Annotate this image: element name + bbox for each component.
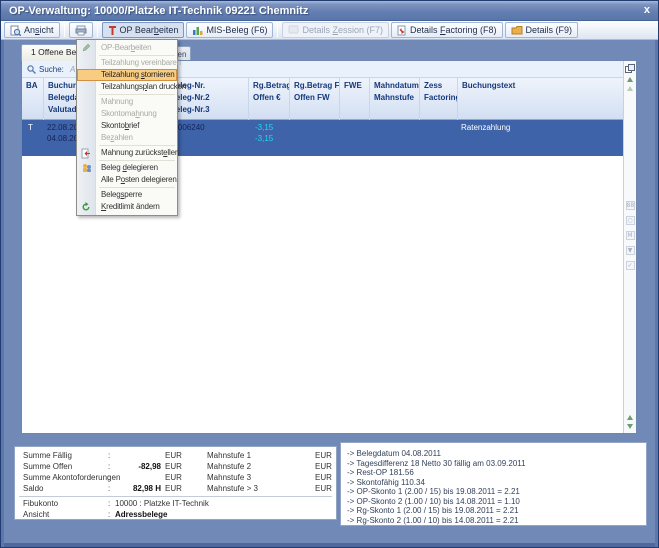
note-line: -> Belegdatum 04.08.2011 — [347, 449, 646, 459]
magnifier-mini-icon[interactable]: ○ — [626, 216, 635, 225]
column-header-rg-betrag-fw[interactable]: Rg.Betrag FWOffen FW — [290, 78, 340, 120]
summary-row: Summe Fällig: EUR Mahnstufe 1EUR — [15, 450, 336, 461]
column-header-ba[interactable]: BA — [22, 78, 44, 120]
memo-icon[interactable]: M — [626, 231, 635, 240]
menu-item-mahnung-zurueckstellen[interactable]: Mahnung zurückstellen — [77, 147, 177, 159]
menu-item-skontomahnung: Skontomahnung — [77, 108, 177, 120]
column-chooser-icon[interactable] — [625, 64, 635, 73]
toolbar-separator — [277, 24, 278, 37]
summary-divider — [19, 496, 332, 497]
summary-row: Saldo: 82,98 HEUR Mahnstufe > 3EUR — [15, 483, 336, 494]
edit-pencil-icon — [81, 43, 91, 53]
op-bearbeiten-context-menu: OP-Bearbeiten Teilzahlung vereinbaren Te… — [76, 39, 178, 216]
column-header-rg-betrag[interactable]: Rg.Betrag €Offen € — [249, 78, 290, 120]
ansicht-button[interactable]: Ansicht — [4, 22, 60, 38]
details-factoring-button-label: Details Factoring (F8) — [410, 25, 497, 35]
print-icon — [75, 25, 87, 36]
menu-separator — [99, 187, 175, 188]
arrow-mini-icon[interactable]: ▼ — [626, 246, 635, 255]
details-icon — [511, 25, 523, 35]
toolbar: Ansicht OP Bearbeiten MIS-Beleg (F6) Det… — [1, 21, 658, 40]
menu-separator — [99, 145, 175, 146]
column-header-fwe[interactable]: FWE — [340, 78, 370, 120]
details-button-label: Details (F9) — [526, 25, 573, 35]
op-bearbeiten-button-label: OP Bearbeiten — [120, 25, 179, 35]
details-button[interactable]: Details (F9) — [505, 22, 579, 38]
credit-refresh-icon — [81, 202, 91, 212]
menu-item-beleg-delegieren[interactable]: Beleg delegieren — [77, 162, 177, 174]
note-line: -> OP-Skonto 1 (2.00 / 15) bis 19.08.201… — [347, 487, 646, 497]
menu-item-bezahlen: Bezahlen — [77, 132, 177, 144]
calculator-icon[interactable]: 88 — [626, 201, 635, 210]
summary-panel: Summe Fällig: EUR Mahnstufe 1EUR Summe O… — [14, 446, 337, 520]
note-line: -> OP-Skonto 2 (1.00 / 10) bis 14.08.201… — [347, 497, 646, 507]
details-zession-button-label: Details Zession (F7) — [302, 25, 383, 35]
column-header-mahndatum[interactable]: MahndatumMahnstufe — [370, 78, 420, 120]
search-icon — [26, 64, 37, 75]
note-line: -> Tagesdifferenz 18 Netto 30 fällig am … — [347, 459, 646, 469]
menu-item-op-bearbeiten: OP-Bearbeiten — [77, 42, 177, 54]
title-bar[interactable]: OP-Verwaltung: 10000/Platzke IT-Technik … — [1, 1, 658, 21]
zession-icon — [288, 25, 299, 35]
dun-hold-icon — [81, 148, 91, 159]
op-edit-icon — [108, 25, 117, 36]
note-line: -> Skontofähig 110.34 — [347, 478, 646, 488]
summary-row: Summe Akontoforderungen: EUR Mahnstufe 3… — [15, 472, 336, 483]
ansicht-row: Ansicht: Adressbelege — [15, 509, 336, 520]
note-line: -> Rg-Skonto 1 (2.00 / 15) bis 19.08.201… — [347, 506, 646, 516]
menu-item-kreditlimit-aendern[interactable]: Kreditlimit ändern — [77, 201, 177, 213]
toolbar-separator — [97, 24, 98, 37]
summary-row: Summe Offen: -82,98EUR Mahnstufe 2EUR — [15, 461, 336, 472]
view-magnifier-icon — [10, 25, 21, 36]
search-input[interactable]: A — [70, 65, 75, 74]
print-button[interactable] — [69, 22, 93, 38]
search-label: Suche: — [39, 65, 64, 74]
skonto-notes-panel: -> Belegdatum 04.08.2011 -> Tagesdiffere… — [340, 442, 647, 526]
details-factoring-button[interactable]: Details Factoring (F8) — [391, 22, 503, 38]
row-offen: -3,15 — [255, 134, 273, 143]
column-header-zess[interactable]: ZessFactoring — [420, 78, 458, 120]
row-rg-betrag: -3,15 — [255, 123, 273, 132]
row-buchungstext: Ratenzahlung — [461, 123, 510, 132]
scroll-down-icon[interactable] — [627, 424, 633, 429]
mis-beleg-button-label: MIS-Beleg (F6) — [206, 25, 267, 35]
factoring-icon — [397, 25, 407, 36]
scroll-up-icon[interactable] — [627, 77, 633, 82]
column-header-buchungstext[interactable]: Buchungstext — [458, 78, 623, 120]
menu-separator — [99, 94, 175, 95]
scroll-bottom-up-icon[interactable] — [627, 415, 633, 420]
ansicht-button-label: Ansicht — [24, 25, 54, 35]
toolbar-separator — [64, 24, 65, 37]
window-title: OP-Verwaltung: 10000/Platzke IT-Technik … — [9, 5, 308, 17]
delegate-people-icon — [81, 163, 92, 173]
details-zession-button: Details Zession (F7) — [282, 22, 389, 38]
check-icon[interactable]: ✓ — [626, 261, 635, 270]
op-bearbeiten-button[interactable]: OP Bearbeiten — [102, 22, 185, 38]
menu-item-belegsperre[interactable]: Belegsperre — [77, 189, 177, 201]
grid-side-strip: 88 ○ M ▼ ✓ — [623, 61, 636, 433]
chart-icon — [192, 25, 203, 36]
menu-item-teilzahlung-stornieren[interactable]: Teilzahlung stornieren — [77, 69, 177, 81]
scroll-up-pale-icon[interactable] — [627, 86, 633, 91]
note-line: -> Rg-Skonto 2 (1.00 / 10) bis 14.08.201… — [347, 516, 646, 526]
close-icon[interactable]: x — [644, 5, 650, 16]
menu-item-teilzahlungsplan-drucken[interactable]: Teilzahlungsplan drucken — [77, 81, 177, 93]
menu-item-alle-posten-delegieren[interactable]: Alle Posten delegieren — [77, 174, 177, 186]
note-line: -> Rest-OP 181.56 — [347, 468, 646, 478]
mis-beleg-button[interactable]: MIS-Beleg (F6) — [186, 22, 273, 38]
menu-item-teilzahlung-vereinbaren: Teilzahlung vereinbaren — [77, 57, 177, 69]
op-verwaltung-window: OP-Verwaltung: 10000/Platzke IT-Technik … — [0, 0, 659, 548]
menu-separator — [99, 160, 175, 161]
menu-item-skontobrief[interactable]: Skontobrief — [77, 120, 177, 132]
fibukonto-row: Fibukonto: 10000 : Platzke IT-Technik — [15, 498, 336, 509]
menu-item-mahnung: Mahnung — [77, 96, 177, 108]
menu-separator — [99, 55, 175, 56]
row-ba: T — [28, 123, 33, 132]
